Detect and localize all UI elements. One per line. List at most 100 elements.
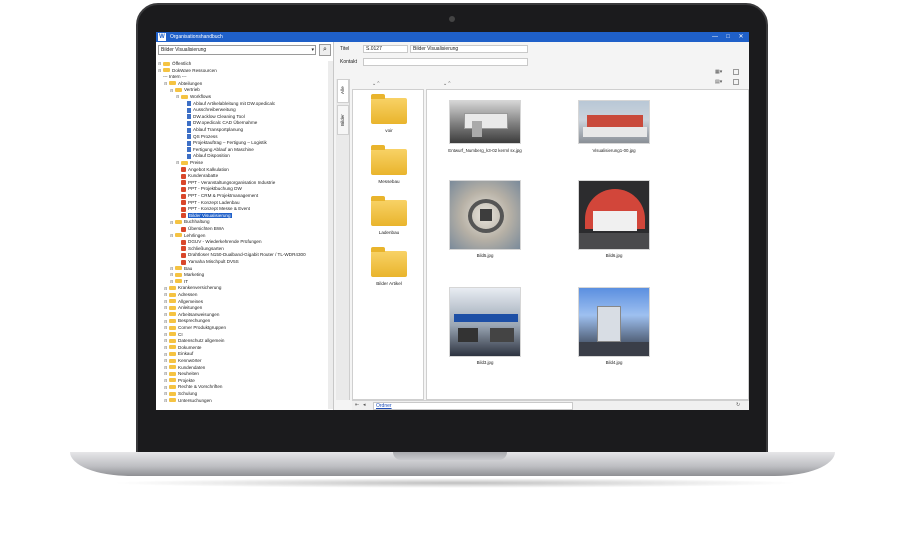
tree-item[interactable]: ⊟ Untersuchungen — [164, 398, 212, 404]
tree-item-label: Untersuchungen — [178, 397, 212, 403]
prev-page-icon[interactable]: ◂ — [363, 402, 366, 409]
tree-item[interactable]: Übersichten BWA — [176, 226, 224, 232]
tree-item[interactable]: ⊟ Abteilungen — [164, 81, 202, 87]
booth-grey-image[interactable] — [449, 100, 521, 144]
tree-item-label: Preise — [190, 160, 204, 165]
red-dome-image[interactable] — [578, 180, 650, 250]
tree-item[interactable]: ⊟ CI — [164, 332, 183, 338]
checkbox-a[interactable] — [733, 69, 739, 75]
page-icon — [181, 186, 186, 192]
id-field[interactable]: S.0127 — [363, 45, 408, 53]
tree-item[interactable]: ⊟ Bau — [170, 266, 192, 272]
tree-item[interactable]: DGUV - Wiederkehrende Prüfungen — [176, 239, 262, 245]
tree-item-label: Rechte & Vorschriften — [178, 384, 223, 390]
tree-item[interactable]: Projektauftrag – Fertigung – Logistik — [182, 140, 267, 146]
tab-bilder[interactable]: Bilder — [337, 105, 349, 135]
tree-item[interactable]: DW.acklow Cleaning Tool — [182, 114, 245, 120]
folder-icon — [169, 378, 176, 383]
folder-icon — [169, 371, 176, 376]
tree-item[interactable]: ⊟ Datenschutz allgemein — [164, 338, 224, 344]
tree-item[interactable]: Ablauf Transportplanung — [182, 127, 243, 133]
tree-item[interactable]: ⊟ DokWare Ressourcen — [158, 68, 217, 74]
tree-item[interactable]: Drahtloser N150-Dualband-Gigabit Router … — [176, 252, 306, 258]
tree-item[interactable]: ⊟ Einkauf — [164, 351, 193, 357]
collapse-images-icon[interactable]: ⌄⌃ — [443, 81, 451, 87]
refresh-icon[interactable]: ↻ — [736, 402, 740, 409]
tree-item[interactable]: ⊟ Arbeitsanweisungen — [164, 312, 219, 318]
tree-item[interactable]: Ablauf Artikelableitung mit DW.opedicalc — [182, 101, 275, 107]
tree-item[interactable]: ⊟ Corner Produktgruppen — [164, 325, 226, 331]
tree-item[interactable]: Ausschreiberweitung — [182, 107, 236, 113]
tree-item[interactable]: ⊟ Krankenversicherung — [164, 285, 221, 291]
checkbox-b[interactable] — [733, 79, 739, 85]
blue-stage-image[interactable] — [578, 287, 650, 357]
tree-item[interactable]: ⊟ Öffentlich — [158, 61, 191, 67]
tree-item[interactable]: PPT - CRM & Projektmanagement — [176, 193, 258, 199]
search-button[interactable]: ⌕ — [319, 44, 331, 56]
tree-item[interactable]: ⊟ Preise — [176, 160, 203, 166]
tree-item[interactable]: Kundenrabatte — [176, 173, 218, 179]
tree-item[interactable]: Yamaha Mischpult DV5S — [176, 259, 239, 265]
folder-icon — [175, 87, 182, 92]
collapse-folders-icon[interactable]: ⌄⌃ — [372, 81, 380, 87]
tree-item[interactable]: Fertigung Ablauf an Maschine — [182, 147, 254, 153]
status-bar: ⇤ ◂ Ordner ↻ — [352, 400, 749, 410]
booth-red-hall-image[interactable] — [578, 100, 650, 144]
tree-scrollbar[interactable] — [328, 61, 333, 409]
tree-item[interactable]: ⊟ Marketing — [170, 272, 204, 278]
sort-icon[interactable]: ▤▾ — [715, 79, 722, 85]
tree-item[interactable]: DW.opedicalc CAD Übernahme — [182, 120, 257, 126]
tree-item[interactable]: PPT - Konzept Ladenbau — [176, 200, 240, 206]
folder-icon — [169, 312, 176, 317]
tree-item[interactable]: ⊟ Projekte — [164, 378, 195, 384]
tree-item-label: Yamaha Mischpult DV5S — [188, 259, 239, 264]
tree-item-label: Marketing — [184, 272, 205, 278]
first-page-icon[interactable]: ⇤ — [355, 402, 359, 409]
tree-item[interactable]: Bilder Visualisierung — [176, 212, 232, 219]
tree-item-label: PPT - CRM & Projektmanagement — [188, 193, 259, 198]
tree-item[interactable]: ⊟ Besprechungen — [164, 318, 210, 324]
tree-item[interactable]: ⊟ Allgemeines — [164, 299, 203, 305]
folder-item[interactable]: Ladenbau — [353, 196, 425, 242]
folder-link[interactable]: Ordner — [373, 402, 573, 410]
view-select[interactable]: Bilder Visualisierung ▾ — [158, 45, 316, 55]
tree-item[interactable]: ⊟ Workflows — [176, 94, 211, 100]
tree-item[interactable]: ⊟ Kundendaten — [164, 365, 205, 371]
image-caption: Bild3.jpg — [476, 360, 494, 365]
tree-item[interactable]: ⊟ Rechte & Vorschriften — [164, 384, 222, 390]
tree-item-label: PPT - Konzept Ladenbau — [188, 199, 240, 205]
tree-item[interactable]: Ablauf Disposition — [182, 153, 230, 159]
tree-item[interactable]: ⊟ Buchhaltung — [170, 219, 210, 225]
document-icon — [187, 114, 191, 120]
contact-field[interactable] — [363, 58, 528, 66]
tree-item[interactable]: PPT - Projektbuchung DW — [176, 186, 242, 192]
tree-item[interactable]: ⊟ Kennwörter — [164, 358, 202, 364]
tree-item[interactable]: ⊟ Vertrieb — [170, 87, 200, 93]
title-field[interactable]: Bilder Visualisierung — [410, 45, 528, 53]
folder-item[interactable]: Messebau — [353, 145, 425, 191]
booth-aerial-image[interactable] — [449, 180, 521, 250]
tree-item-label: Angebot Kalkulation — [188, 166, 229, 172]
tree-item[interactable]: ⊟ IT — [170, 279, 188, 285]
tree-item[interactable]: PPT - Konzept Messe & Event — [176, 206, 250, 212]
folder-item[interactable]: voir — [353, 94, 425, 140]
tree-item[interactable]: --- Intern --- — [158, 74, 186, 80]
tree-item[interactable]: ⊟ Dokumente — [164, 345, 202, 351]
tree-item-label: Dokumente — [178, 344, 202, 350]
tree-item[interactable]: ⊟ Neuheiten — [164, 371, 199, 377]
close-button[interactable]: ✕ — [735, 32, 747, 42]
tree-item[interactable]: ⊟ Schulung — [164, 391, 197, 397]
tree-item[interactable]: Angebot Kalkulation — [176, 167, 229, 173]
tab-alle[interactable]: Alle — [337, 79, 349, 103]
lounge-image[interactable] — [449, 287, 521, 357]
maximize-button[interactable]: □ — [722, 32, 734, 42]
tree-item[interactable]: ⊟ Adressen — [164, 292, 197, 298]
tree-item[interactable]: ⊟ Anleitungen — [164, 305, 202, 311]
minimize-button[interactable]: — — [709, 32, 721, 42]
tree-item[interactable]: ⊟ Lehrlingen — [170, 233, 205, 239]
tree-item[interactable]: QS Prozess — [182, 134, 218, 140]
folder-item[interactable]: Bilder Artikel — [353, 247, 425, 293]
tree-item[interactable]: PPT - Veranstaltungsorganisation Industr… — [176, 180, 275, 186]
tree-item[interactable]: Schließungsarten — [176, 246, 224, 252]
view-toggle-icon[interactable]: ▦▾ — [715, 69, 722, 75]
